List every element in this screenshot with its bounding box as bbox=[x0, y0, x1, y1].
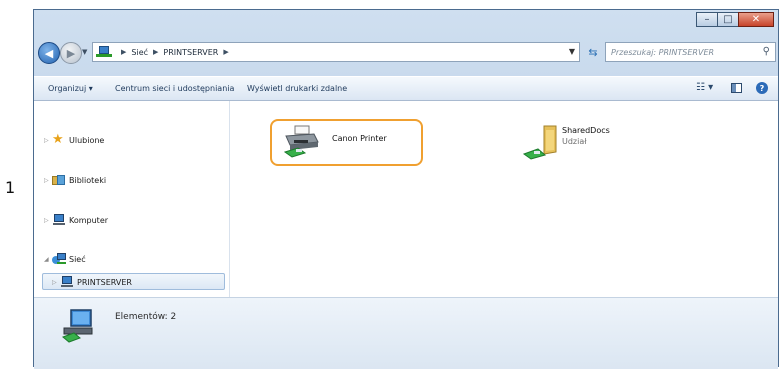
organize-button[interactable]: Organizuj ▾ bbox=[48, 84, 93, 93]
nav-item-label: Ulubione bbox=[69, 135, 105, 145]
computer-icon bbox=[60, 276, 74, 288]
nav-item-label: Sieć bbox=[69, 254, 86, 264]
change-view-icon[interactable]: ☷ ▾ bbox=[696, 82, 713, 93]
address-bar[interactable]: ▶ Sieć ▶ PRINTSERVER ▶ ▼ bbox=[92, 42, 580, 62]
search-placeholder: Przeszukaj: PRINTSERVER bbox=[611, 47, 715, 57]
nav-item-network[interactable]: ◢ Sieć bbox=[44, 251, 86, 267]
preview-pane-icon[interactable] bbox=[731, 83, 742, 93]
breadcrumb-printserver[interactable]: PRINTSERVER bbox=[163, 48, 218, 57]
search-icon[interactable]: ⚲ bbox=[763, 46, 770, 57]
shared-folder-icon bbox=[522, 125, 557, 160]
breadcrumb-chevron-icon[interactable]: ▶ bbox=[121, 48, 126, 56]
item-subtitle: Udział bbox=[562, 137, 587, 146]
address-row: ◀ ▶ ▼ ▶ Sieć ▶ PRINTSERVER ▶ ▼ ⇆ Przeszu… bbox=[38, 41, 776, 65]
status-bar: Elementów: 2 bbox=[34, 297, 778, 369]
expand-arrow-icon[interactable]: ▷ bbox=[44, 177, 52, 184]
item-name: SharedDocs bbox=[562, 126, 610, 135]
printer-icon bbox=[283, 125, 319, 158]
explorer-window: – □ ✕ ◀ ▶ ▼ ▶ Sieć ▶ PRINTSERVER ▶ ▼ ⇆ P… bbox=[33, 9, 779, 369]
network-sharing-center-button[interactable]: Centrum sieci i udostępniania bbox=[115, 84, 234, 93]
computer-icon bbox=[52, 214, 66, 226]
nav-item-favorites[interactable]: ▷ ★ Ulubione bbox=[44, 132, 104, 148]
address-history-dropdown-icon[interactable]: ▼ bbox=[569, 47, 575, 56]
item-shareddocs[interactable]: SharedDocs Udział bbox=[520, 124, 610, 160]
status-text: Elementów: 2 bbox=[115, 312, 177, 322]
nav-item-computer[interactable]: ▷ Komputer bbox=[44, 212, 108, 228]
nav-item-label: PRINTSERVER bbox=[77, 277, 132, 287]
nav-item-label: Komputer bbox=[69, 215, 109, 225]
back-button[interactable]: ◀ bbox=[38, 42, 60, 64]
help-icon[interactable]: ? bbox=[756, 82, 768, 94]
step-number: 1 bbox=[5, 178, 16, 197]
close-button[interactable]: ✕ bbox=[738, 12, 774, 27]
item-name: Canon Printer bbox=[332, 134, 387, 143]
star-icon: ★ bbox=[52, 132, 64, 147]
expand-arrow-icon[interactable]: ▷ bbox=[44, 217, 52, 224]
recent-pages-dropdown[interactable]: ▼ bbox=[82, 48, 87, 56]
window-caption-buttons: – □ ✕ bbox=[696, 12, 774, 27]
nav-item-libraries[interactable]: ▷ Biblioteki bbox=[44, 172, 106, 188]
expand-arrow-icon[interactable]: ▷ bbox=[52, 279, 60, 286]
breadcrumb-network[interactable]: Sieć bbox=[131, 48, 148, 57]
network-computer-icon bbox=[62, 309, 93, 343]
breadcrumb-chevron-icon[interactable]: ▶ bbox=[153, 48, 158, 56]
navigation-pane: ▷ ★ Ulubione ▷ Biblioteki ▷ Komputer ◢ S… bbox=[34, 101, 230, 297]
forward-button[interactable]: ▶ bbox=[60, 42, 82, 64]
nav-item-printserver[interactable]: ▷ PRINTSERVER bbox=[52, 274, 132, 290]
expand-arrow-icon[interactable]: ▷ bbox=[44, 137, 52, 144]
search-input[interactable]: Przeszukaj: PRINTSERVER ⚲ bbox=[605, 42, 776, 62]
file-content-area: Canon Printer SharedDocs Udział bbox=[230, 101, 778, 297]
refresh-button[interactable]: ⇆ bbox=[583, 42, 603, 62]
minimize-button[interactable]: – bbox=[696, 12, 718, 27]
network-icon bbox=[52, 253, 66, 265]
nav-item-label: Biblioteki bbox=[69, 175, 107, 185]
network-icon bbox=[96, 46, 112, 58]
breadcrumb-chevron-icon[interactable]: ▶ bbox=[223, 48, 228, 56]
libraries-icon bbox=[52, 174, 66, 186]
maximize-button[interactable]: □ bbox=[717, 12, 739, 27]
item-canon-printer[interactable]: Canon Printer bbox=[282, 124, 387, 158]
command-bar: Organizuj ▾ Centrum sieci i udostępniani… bbox=[34, 76, 778, 101]
collapse-arrow-icon[interactable]: ◢ bbox=[44, 256, 52, 263]
view-remote-printers-button[interactable]: Wyświetl drukarki zdalne bbox=[247, 84, 347, 93]
